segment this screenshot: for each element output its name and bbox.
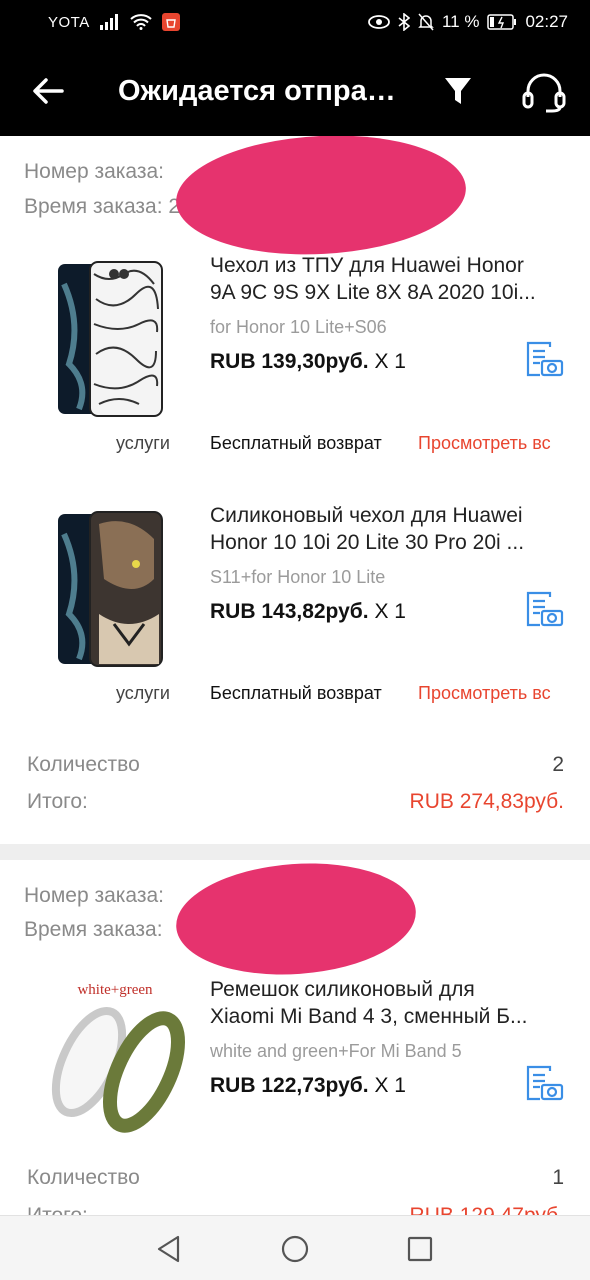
product-price-row: RUB 143,82руб. X 1 — [210, 600, 406, 624]
aliexpress-notification-icon — [161, 13, 180, 31]
quantity-value: 2 — [552, 753, 564, 776]
review-photo-icon[interactable] — [524, 589, 564, 629]
nav-recents-icon[interactable] — [403, 1232, 437, 1266]
product-title[interactable]: Силиконовый чехол для Huawei Honor 10 10… — [210, 502, 565, 556]
bluetooth-icon — [398, 13, 410, 31]
mute-bell-icon — [418, 13, 434, 31]
product-price: RUB 139,30руб. — [210, 350, 369, 373]
free-return-label: Бесплатный возврат — [210, 433, 382, 453]
total-value: RUB 274,83руб. — [409, 790, 564, 813]
free-return-label: Бесплатный возврат — [210, 683, 382, 703]
product-title-line: Xiaomi Mi Band 4 3, сменный Б... — [210, 1005, 528, 1028]
view-more-link[interactable]: Просмотреть вс — [418, 433, 564, 454]
product-title-line: Ремешок силиконовый для — [210, 978, 475, 1001]
quantity-label: Количество — [27, 1166, 140, 1189]
product-qty: X 1 — [374, 350, 406, 373]
order-number-label: Номер заказа: — [24, 160, 165, 183]
product-qty: X 1 — [374, 600, 406, 623]
product-price-row: RUB 122,73руб. X 1 — [210, 1074, 406, 1098]
product-image-watch-strap[interactable]: white+green — [44, 972, 186, 1142]
nav-home-icon[interactable] — [278, 1232, 312, 1266]
total-label: Итого: — [27, 1204, 88, 1215]
carrier-label: YOTA — [48, 13, 90, 31]
quantity-value: 1 — [552, 1166, 564, 1189]
page-title: Ожидается отправ... — [118, 75, 408, 107]
order-divider — [0, 844, 590, 860]
product-title-line: Силиконовый чехол для Huawei — [210, 504, 523, 527]
filter-icon[interactable] — [443, 75, 473, 107]
product-variant: white and green+For Mi Band 5 — [210, 1041, 462, 1061]
product-price-row: RUB 139,30руб. X 1 — [210, 350, 406, 374]
order-time-label: Время заказа: — [24, 918, 163, 941]
total-label: Итого: — [27, 790, 88, 813]
product-price: RUB 122,73руб. — [210, 1074, 369, 1097]
services-label: услуги — [116, 683, 170, 703]
product-image-phone-case[interactable] — [44, 504, 186, 674]
battery-icon — [487, 14, 517, 30]
product-qty: X 1 — [374, 1074, 406, 1097]
order-card[interactable]: Номер заказа: Время заказа: white+green … — [0, 855, 590, 1215]
product-variant: for Honor 10 Lite+S06 — [210, 317, 387, 337]
services-label: услуги — [116, 433, 170, 453]
headset-icon[interactable] — [520, 73, 568, 113]
product-title-line: 9A 9C 9S 9X Lite 8X 8A 2020 10i... — [210, 281, 536, 304]
redaction-mark — [172, 855, 420, 983]
review-photo-icon[interactable] — [524, 1063, 564, 1103]
wifi-icon — [130, 14, 152, 30]
quantity-label: Количество — [27, 753, 140, 776]
order-number-label: Номер заказа: — [24, 884, 165, 907]
back-arrow-icon[interactable] — [28, 71, 68, 111]
product-title[interactable]: Ремешок силиконовый для Xiaomi Mi Band 4… — [210, 976, 565, 1030]
product-title-line: Honor 10 10i 20 Lite 30 Pro 20i ... — [210, 531, 525, 554]
nav-back-icon[interactable] — [152, 1232, 186, 1266]
image-caption: white+green — [77, 982, 153, 998]
product-title[interactable]: Чехол из ТПУ для Huawei Honor 9A 9C 9S 9… — [210, 252, 565, 306]
battery-percent: 11 % — [441, 12, 480, 31]
product-price: RUB 143,82руб. — [210, 600, 369, 623]
redaction-mark — [173, 136, 469, 262]
order-list[interactable]: Номер заказа: Время заказа: 2 Чехол из Т… — [0, 136, 590, 1215]
product-title-line: Чехол из ТПУ для Huawei Honor — [210, 254, 524, 277]
app-bar: Ожидается отправ... — [0, 45, 590, 136]
signal-icon — [99, 14, 118, 30]
system-nav-bar — [0, 1215, 590, 1280]
status-bar: YOTA 11 % 02:27 — [0, 0, 590, 45]
clock: 02:27 — [525, 12, 568, 31]
total-value: RUB 129,47руб. — [410, 1204, 564, 1215]
product-variant: S11+for Honor 10 Lite — [210, 567, 386, 587]
view-more-link[interactable]: Просмотреть вс — [418, 683, 564, 704]
product-image-phone-case[interactable] — [44, 254, 186, 424]
eye-icon — [368, 15, 390, 29]
review-photo-icon[interactable] — [524, 339, 564, 379]
order-card[interactable]: Номер заказа: Время заказа: 2 Чехол из Т… — [0, 136, 590, 844]
order-time-label: Время заказа: 2 — [24, 195, 181, 218]
